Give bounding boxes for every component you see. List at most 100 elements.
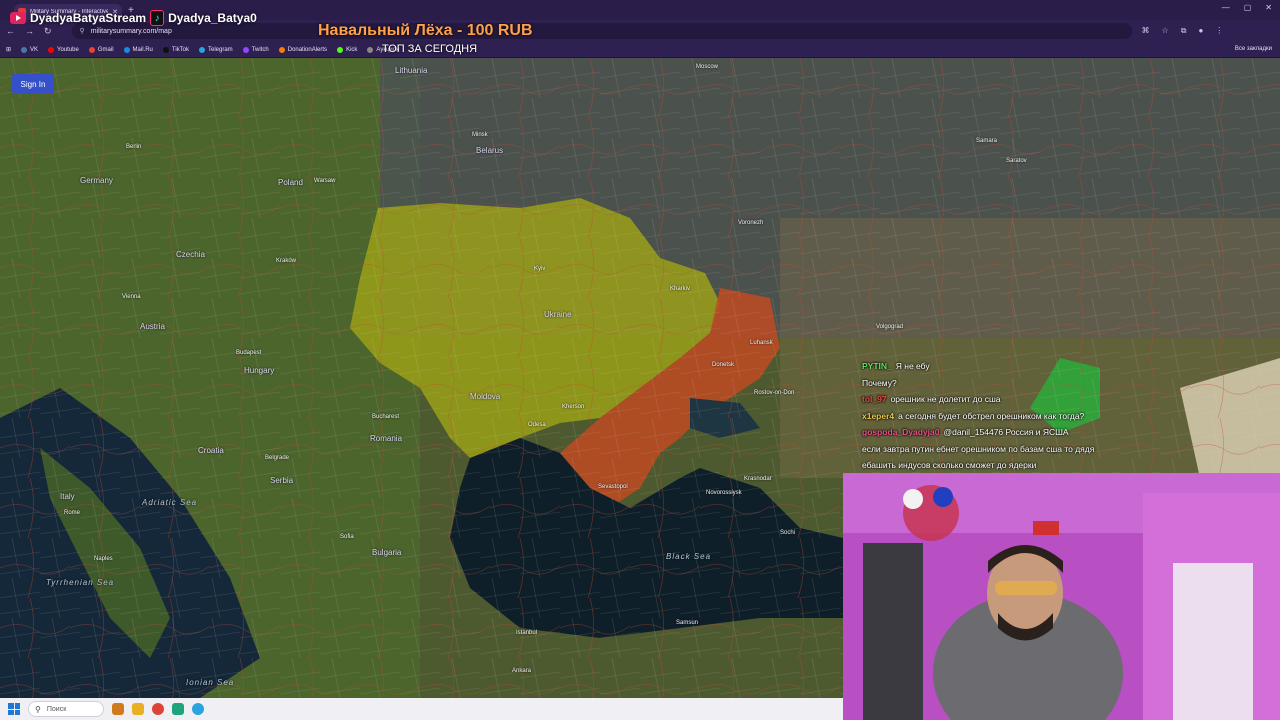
all-bookmarks[interactable]: Все закладки bbox=[1235, 46, 1272, 52]
country-label: Bulgaria bbox=[372, 548, 402, 557]
bookmark-item[interactable]: Twitch bbox=[242, 46, 269, 53]
bookmark-icon bbox=[88, 46, 95, 53]
city-label: Donetsk bbox=[712, 362, 735, 368]
bookmark-item[interactable]: Telegram bbox=[199, 46, 233, 53]
chat-nickname: gospoda_Dyadyja0 bbox=[862, 427, 940, 437]
minimize-icon[interactable]: — bbox=[1222, 3, 1230, 12]
search-placeholder: Поиск bbox=[46, 705, 67, 713]
browser-tools: ⌘ ☆ ⧉ ● ⋮ bbox=[1142, 26, 1224, 36]
bookmark-icon bbox=[123, 46, 130, 53]
bookmark-item[interactable]: DonationAlerts bbox=[278, 46, 328, 53]
city-label: Vienna bbox=[122, 294, 141, 300]
country-label: Lithuania bbox=[395, 66, 428, 75]
top-today-label: ТОП ЗА СЕГОДНЯ bbox=[382, 43, 478, 55]
bookmark-label: Kick bbox=[346, 46, 358, 53]
city-label: Luhansk bbox=[750, 340, 773, 346]
city-label: Odesa bbox=[528, 422, 546, 428]
chat-text: @danil_154476 Россия и ЯСША bbox=[943, 427, 1069, 437]
taskbar-search[interactable]: ⚲ Поиск bbox=[28, 701, 104, 717]
close-window-icon[interactable]: ✕ bbox=[1265, 3, 1272, 12]
back-icon[interactable]: ← bbox=[6, 26, 15, 36]
bookmark-icon bbox=[48, 46, 55, 53]
sea-label: Tyrrhenian Sea bbox=[46, 578, 115, 587]
bookmark-star-icon[interactable]: ☆ bbox=[1162, 26, 1169, 36]
bookmark-item[interactable]: Youtube bbox=[48, 46, 79, 53]
telegram-icon[interactable] bbox=[192, 703, 204, 715]
search-icon: ⚲ bbox=[35, 704, 41, 714]
city-label: Sevastopol bbox=[598, 484, 628, 490]
sea-label: Black Sea bbox=[666, 552, 712, 561]
city-label: Budapest bbox=[236, 350, 262, 356]
chat-nickname: tol_97 bbox=[862, 394, 887, 404]
city-label: Minsk bbox=[472, 132, 488, 138]
bookmark-label: Telegram bbox=[208, 46, 233, 53]
windows-start-icon[interactable] bbox=[8, 703, 20, 715]
file-explorer-icon[interactable] bbox=[132, 703, 144, 715]
chat-nickname: PYTIN_ bbox=[862, 361, 892, 371]
translate-icon[interactable]: ⌘ bbox=[1142, 26, 1150, 36]
bookmark-label: Mail.Ru bbox=[132, 46, 153, 53]
bookmark-label: DonationAlerts bbox=[287, 46, 328, 53]
profile-icon[interactable]: ● bbox=[1198, 26, 1203, 36]
chat-message: x1eper4 а сегодня будет обстрел орешником… bbox=[862, 408, 1162, 425]
chat-text: если завтра путин ебнет орешником по баз… bbox=[862, 443, 1095, 454]
country-label: Germany bbox=[80, 176, 113, 185]
url-text: militarysummary.com/map bbox=[90, 27, 172, 35]
country-label: Belarus bbox=[476, 146, 504, 155]
youtube-icon bbox=[10, 12, 26, 24]
country-label: Austria bbox=[140, 322, 165, 331]
taskbar-app-icon[interactable] bbox=[112, 703, 124, 715]
city-label: Ankara bbox=[512, 668, 532, 674]
city-label: Warsaw bbox=[314, 178, 336, 184]
site-info-icon[interactable]: ⚲ bbox=[80, 27, 85, 35]
bookmark-label: Youtube bbox=[57, 46, 79, 53]
menu-icon[interactable]: ⋮ bbox=[1215, 26, 1223, 36]
apps-icon[interactable]: ⊞ bbox=[6, 46, 11, 53]
bookmark-item[interactable]: Kick bbox=[337, 46, 358, 53]
forward-icon[interactable]: → bbox=[25, 26, 34, 36]
chat-message: если завтра путин ебнет орешником по баз… bbox=[862, 441, 1162, 458]
webcam-feed bbox=[843, 473, 1280, 720]
chat-text: Я не ебу bbox=[895, 361, 930, 371]
chat-message: PYTIN_ Я не ебу bbox=[862, 358, 1162, 375]
tiktok-icon: ♪ bbox=[150, 10, 165, 26]
city-label: Samsun bbox=[676, 620, 699, 626]
chrome-icon[interactable] bbox=[152, 703, 164, 715]
chat-message: ебашить индусов сколько сможет до ядерки bbox=[862, 457, 1162, 474]
city-label: Kyiv bbox=[534, 266, 546, 272]
city-label: Sofia bbox=[340, 534, 354, 540]
chat-text: орешник не долетит до сша bbox=[890, 394, 1001, 404]
maximize-icon[interactable]: ▢ bbox=[1244, 3, 1252, 12]
reload-icon[interactable]: ↻ bbox=[44, 26, 52, 37]
country-label: Croatia bbox=[198, 446, 224, 455]
city-label: Sochi bbox=[780, 530, 796, 536]
chat-message: Почему? bbox=[862, 375, 1162, 392]
bookmark-icon bbox=[199, 46, 205, 53]
country-label: Italy bbox=[60, 492, 75, 501]
bookmark-icon bbox=[162, 46, 169, 53]
webcam-image bbox=[843, 473, 1280, 720]
country-label: Serbia bbox=[270, 476, 294, 485]
obs-icon[interactable] bbox=[172, 703, 184, 715]
city-label: Istanbul bbox=[516, 630, 538, 636]
sign-in-button[interactable]: Sign In bbox=[12, 74, 54, 94]
bookmark-item[interactable]: VK bbox=[21, 46, 39, 53]
bookmark-icon bbox=[337, 46, 344, 53]
country-label: Ukraine bbox=[544, 310, 572, 319]
extensions-icon[interactable]: ⧉ bbox=[1181, 26, 1187, 36]
country-label: Hungary bbox=[244, 366, 275, 375]
bookmark-item[interactable]: TikTok bbox=[162, 46, 189, 53]
tiktok-channel-name: Dyadya_Batya0 bbox=[168, 11, 257, 25]
bookmark-item[interactable]: Gmail bbox=[88, 46, 114, 53]
window-controls: — ▢ ✕ bbox=[1222, 3, 1272, 12]
city-label: Kraków bbox=[276, 258, 297, 264]
bookmark-label: Twitch bbox=[251, 46, 269, 53]
bookmark-icon bbox=[21, 46, 28, 53]
bookmark-item[interactable]: Mail.Ru bbox=[123, 46, 153, 53]
city-label: Novorossiysk bbox=[706, 490, 742, 496]
city-label: Belgrade bbox=[265, 455, 290, 461]
city-label: Saratov bbox=[1006, 158, 1027, 164]
bookmark-label: VK bbox=[30, 46, 39, 53]
sea-label: Adriatic Sea bbox=[142, 498, 198, 507]
bookmark-icon bbox=[367, 46, 374, 53]
